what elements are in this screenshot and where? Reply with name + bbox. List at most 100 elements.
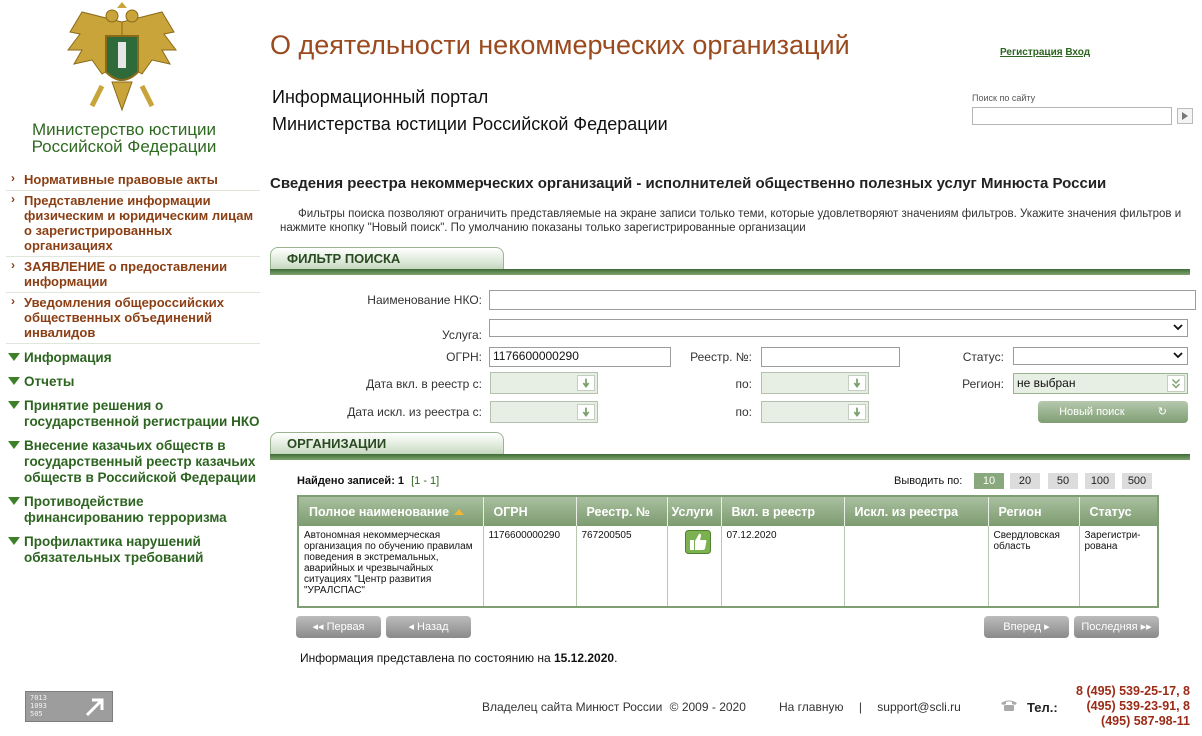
sidebar-item-registration-decision[interactable]: Принятие решения о государственной регис… bbox=[6, 392, 260, 432]
sidebar-link[interactable]: Уведомления общероссийских общественных … bbox=[24, 295, 224, 340]
bullet-icon: › bbox=[11, 294, 15, 308]
site-title: О деятельности некоммерческих организаци… bbox=[270, 30, 850, 60]
expand-triangle-icon bbox=[8, 537, 20, 545]
sidebar-item-info-provision[interactable]: › Представление информации физическим и ю… bbox=[6, 191, 260, 257]
service-label: Услуга: bbox=[442, 328, 482, 342]
date-excluded-from-input[interactable] bbox=[490, 401, 598, 423]
first-page-button[interactable]: ◂◂ Первая bbox=[296, 616, 381, 638]
reg-no-input[interactable] bbox=[761, 347, 900, 367]
ogrn-label: ОГРН: bbox=[446, 350, 482, 364]
prev-page-button[interactable]: ◂ Назад bbox=[386, 616, 471, 638]
status-label: Статус: bbox=[962, 350, 1004, 364]
per-page-100[interactable]: 100 bbox=[1085, 473, 1115, 489]
per-page-50[interactable]: 50 bbox=[1048, 473, 1078, 489]
sidebar-item-prevention[interactable]: Профилактика нарушений обязательных треб… bbox=[6, 528, 260, 568]
thumbs-up-icon[interactable] bbox=[684, 530, 711, 554]
nko-name-input[interactable] bbox=[489, 290, 1196, 310]
calendar-arrow-icon[interactable] bbox=[848, 375, 866, 391]
nko-name-label: Наименование НКО: bbox=[367, 293, 482, 307]
phone-number-line: 8 (495) 539-25-17, 8 bbox=[1076, 684, 1190, 698]
next-page-button[interactable]: Вперед ▸ bbox=[984, 616, 1069, 638]
sidebar-item-legal-acts[interactable]: › Нормативные правовые акты bbox=[6, 170, 260, 191]
status-select[interactable] bbox=[1013, 347, 1188, 365]
visit-counter[interactable]: 7013 1093 505 bbox=[25, 691, 113, 722]
records-found-label: Найдено записей: bbox=[297, 475, 395, 487]
double-chevron-left-icon: ◂◂ bbox=[312, 621, 324, 633]
sidebar-link[interactable]: Внесение казачьих обществ в государствен… bbox=[24, 438, 256, 485]
column-header-included[interactable]: Вкл. в реестр bbox=[721, 497, 845, 526]
cell-services bbox=[667, 526, 722, 606]
sidebar-link[interactable]: Отчеты bbox=[24, 374, 74, 389]
column-header-region[interactable]: Регион bbox=[988, 497, 1080, 526]
calendar-arrow-icon[interactable] bbox=[848, 404, 866, 420]
support-email-link[interactable]: support@scli.ru bbox=[877, 700, 961, 714]
column-header-ogrn[interactable]: ОГРН bbox=[483, 497, 577, 526]
service-select[interactable] bbox=[489, 319, 1188, 337]
cell-status: Зарегистри-рована bbox=[1084, 530, 1141, 552]
column-header-excluded[interactable]: Искл. из реестра bbox=[844, 497, 989, 526]
sidebar-item-reports[interactable]: Отчеты bbox=[6, 368, 260, 392]
date-included-to-input[interactable] bbox=[761, 372, 869, 394]
column-header-reg-no[interactable]: Реестр. № bbox=[576, 497, 668, 526]
column-header-services[interactable]: Услуги bbox=[667, 497, 722, 526]
refresh-icon: ↻ bbox=[1157, 406, 1167, 418]
last-page-button[interactable]: Последняя ▸▸ bbox=[1074, 616, 1159, 638]
sidebar-link[interactable]: Принятие решения о государственной регис… bbox=[24, 398, 260, 429]
region-label: Регион: bbox=[962, 377, 1004, 391]
column-header-label: Полное наименование bbox=[309, 504, 450, 519]
reg-no-label: Реестр. №: bbox=[690, 350, 752, 364]
chevron-right-icon: ▸ bbox=[1044, 621, 1050, 633]
sidebar-item-application[interactable]: › ЗАЯВЛЕНИЕ о предоставлении информации bbox=[6, 257, 260, 293]
expand-triangle-icon bbox=[8, 497, 20, 505]
cell-included: 07.12.2020 bbox=[721, 526, 845, 606]
home-link[interactable]: На главную bbox=[779, 700, 843, 714]
first-page-label: Первая bbox=[326, 621, 365, 633]
table-row[interactable]: Автономная некоммерческая организация по… bbox=[299, 526, 1157, 606]
date-excluded-to-input[interactable] bbox=[761, 401, 869, 423]
login-link[interactable]: Вход bbox=[1065, 47, 1090, 58]
region-select[interactable]: не выбран bbox=[1013, 373, 1188, 394]
new-search-button[interactable]: Новый поиск ↻ bbox=[1038, 401, 1188, 423]
auth-links: Регистрация Вход bbox=[1000, 47, 1090, 58]
cell-reg-no: 767200505 bbox=[576, 526, 668, 606]
sidebar-link[interactable]: Представление информации физическим и юр… bbox=[24, 193, 253, 253]
filter-section-bar bbox=[270, 269, 1190, 275]
sidebar-item-notifications[interactable]: › Уведомления общероссийских общественных… bbox=[6, 293, 260, 344]
records-range-link[interactable]: [1 - 1] bbox=[411, 475, 439, 487]
sidebar-link[interactable]: Нормативные правовые акты bbox=[24, 172, 218, 187]
sidebar-link[interactable]: Профилактика нарушений обязательных треб… bbox=[24, 534, 203, 565]
search-go-icon[interactable] bbox=[1177, 108, 1193, 124]
column-header-status[interactable]: Статус bbox=[1079, 497, 1157, 526]
sidebar-item-counter-terrorism[interactable]: Противодействие финансированию терроризм… bbox=[6, 488, 260, 528]
sidebar-link[interactable]: Информация bbox=[24, 350, 112, 365]
per-page-20[interactable]: 20 bbox=[1010, 473, 1040, 489]
sidebar-item-cossack-societies[interactable]: Внесение казачьих обществ в государствен… bbox=[6, 432, 260, 488]
region-select-value: не выбран bbox=[1017, 376, 1076, 390]
next-page-label: Вперед bbox=[1003, 621, 1042, 633]
date-included-from-input[interactable] bbox=[490, 372, 598, 394]
cell-region: Свердловская область bbox=[988, 526, 1080, 606]
cell-ogrn: 1176600000290 bbox=[483, 526, 577, 606]
bullet-icon: › bbox=[11, 171, 15, 185]
double-chevron-right-icon: ▸▸ bbox=[1140, 621, 1152, 633]
counter-digits-line: 505 bbox=[30, 710, 43, 718]
sidebar-item-information[interactable]: Информация bbox=[6, 344, 260, 368]
ogrn-input[interactable]: 1176600000290 bbox=[489, 347, 671, 367]
filter-section-tab: ФИЛЬТР ПОИСКА bbox=[270, 247, 504, 269]
calendar-arrow-icon[interactable] bbox=[577, 404, 595, 420]
column-header-name[interactable]: Полное наименование bbox=[299, 497, 484, 526]
site-search-input[interactable] bbox=[972, 107, 1172, 125]
sidebar-link[interactable]: Противодействие финансированию терроризм… bbox=[24, 494, 227, 525]
date-excluded-from-label: Дата искл. из реестра с: bbox=[347, 405, 482, 419]
sidebar-link[interactable]: ЗАЯВЛЕНИЕ о предоставлении информации bbox=[24, 259, 227, 289]
calendar-arrow-icon[interactable] bbox=[577, 375, 595, 391]
register-link[interactable]: Регистрация bbox=[1000, 47, 1063, 58]
info-date-prefix: Информация представлена по состоянию на bbox=[300, 651, 551, 665]
site-owner: Владелец сайта Минюст России © 2009 - 20… bbox=[482, 700, 746, 714]
per-page-500[interactable]: 500 bbox=[1122, 473, 1152, 489]
sort-asc-icon bbox=[454, 509, 465, 516]
phone-icon bbox=[1001, 700, 1017, 711]
ministry-name: Министерство юстиции Российской Федераци… bbox=[8, 121, 240, 155]
portal-line-2: Министерства юстиции Российской Федераци… bbox=[272, 114, 668, 134]
per-page-10[interactable]: 10 bbox=[974, 473, 1004, 489]
